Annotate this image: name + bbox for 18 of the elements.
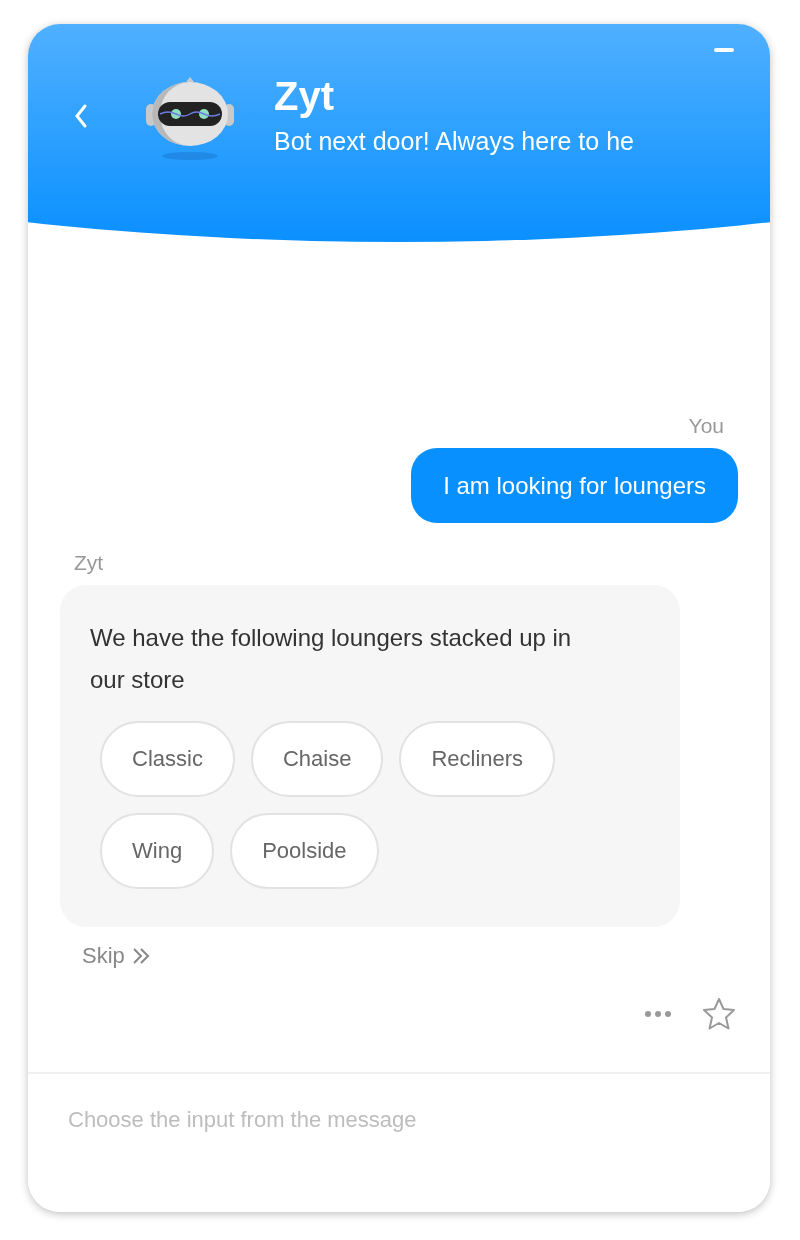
option-chip[interactable]: Recliners bbox=[399, 721, 556, 797]
option-chip[interactable]: Poolside bbox=[230, 813, 379, 889]
back-icon[interactable] bbox=[74, 103, 88, 129]
user-message-bubble: I am looking for loungers bbox=[411, 448, 738, 523]
bot-name: Zyt bbox=[274, 73, 335, 120]
message-input-field[interactable]: Choose the input from the message bbox=[28, 1072, 770, 1212]
option-chip[interactable]: Wing bbox=[100, 813, 215, 889]
option-chip[interactable]: Classic bbox=[100, 721, 235, 797]
skip-link[interactable]: Skip bbox=[82, 943, 125, 969]
sender-label: Zyt bbox=[74, 551, 104, 575]
double-chevron-icon[interactable] bbox=[130, 947, 151, 965]
message-text: We have the following loungers stacked up in our store bbox=[90, 623, 573, 695]
bot-tagline: Bot next door! Always here to he bbox=[274, 126, 635, 157]
sender-label: You bbox=[688, 414, 724, 438]
minimize-icon[interactable] bbox=[714, 48, 734, 52]
option-chip[interactable]: Chaise bbox=[250, 721, 384, 797]
star-icon[interactable] bbox=[702, 997, 736, 1031]
more-icon[interactable] bbox=[644, 1010, 672, 1018]
